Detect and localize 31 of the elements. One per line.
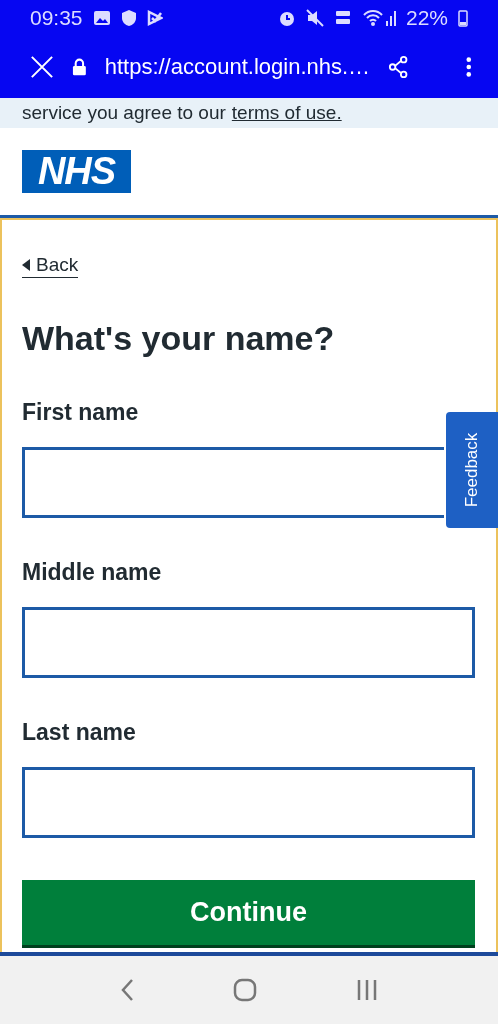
nhs-logo[interactable]: NHS [22,150,131,193]
home-icon[interactable] [233,978,257,1002]
terms-link[interactable]: terms of use. [231,102,342,124]
page-heading: What's your name? [22,318,336,358]
shield-icon [120,9,137,27]
field-label: Last name [22,718,137,746]
back-icon[interactable] [119,978,134,1002]
input-field[interactable] [22,607,475,678]
back-link[interactable]: Back [22,254,79,278]
continue-button[interactable]: Continue [22,880,475,948]
more-options-icon[interactable] [466,56,472,78]
lock-icon [71,58,87,76]
recent-apps-icon[interactable] [356,979,379,1001]
url-text[interactable]: https://account.login.nhs.… [104,54,371,80]
field-label: First name [22,398,140,426]
input-field[interactable] [22,447,444,518]
close-icon[interactable] [30,54,54,80]
battery-percentage: 22% [405,6,448,30]
network-icon [333,9,352,27]
alarm-icon [277,9,296,27]
mute-icon [305,9,324,27]
share-icon[interactable] [388,55,409,79]
clock: 09:35 [30,6,83,30]
field-label: Middle name [22,558,163,586]
battery-icon [458,9,468,27]
caret-icon [22,259,30,271]
image-icon [92,10,111,26]
input-field[interactable] [22,767,475,838]
feedback-tab[interactable]: Feedback [446,412,498,528]
wifi-signal-icon [361,9,396,27]
notice-text: service you agree to our [22,102,226,124]
